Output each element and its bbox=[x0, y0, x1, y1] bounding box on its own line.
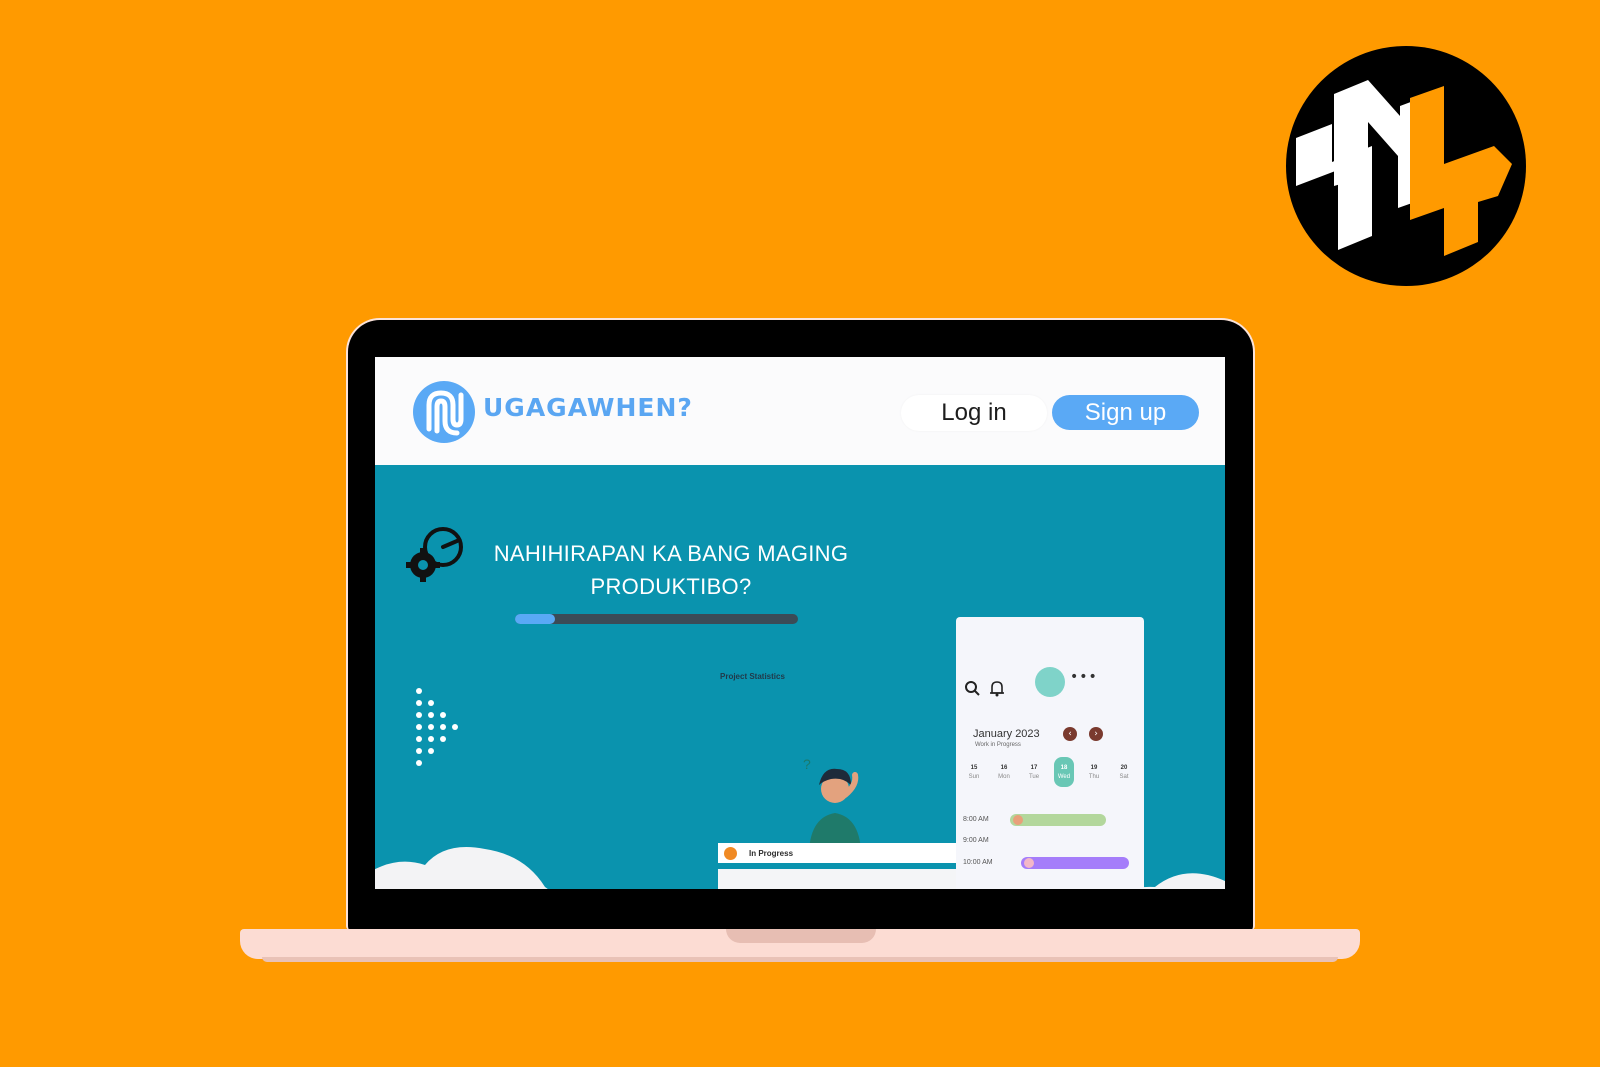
day-name: Sat bbox=[1119, 773, 1129, 780]
calendar-toolbar-icons bbox=[965, 681, 1004, 697]
day-name: Thu bbox=[1088, 773, 1100, 780]
day-name: Wed bbox=[1057, 773, 1071, 780]
project-stats-label: Project Statistics bbox=[720, 672, 785, 681]
chevron-right-icon[interactable]: › bbox=[1089, 727, 1103, 741]
progress-card[interactable]: In Progress bbox=[718, 843, 958, 889]
cloud-decoration bbox=[375, 847, 548, 889]
day-name: Mon bbox=[998, 773, 1010, 780]
confused-person-illustration: ? bbox=[803, 756, 861, 851]
site-header: UGAGAWHEN? Log in Sign up bbox=[375, 357, 1225, 465]
calendar-day[interactable]: 20 Sat bbox=[1114, 757, 1134, 787]
calendar-month: January 2023 bbox=[973, 728, 1040, 740]
laptop-notch bbox=[726, 929, 876, 943]
calendar-day[interactable]: 19 Thu bbox=[1084, 757, 1104, 787]
time-slot-label: 8:00 AM bbox=[963, 816, 989, 823]
chevron-left-icon[interactable]: ‹ bbox=[1063, 727, 1077, 741]
bell-icon[interactable] bbox=[990, 681, 1004, 697]
signup-button[interactable]: Sign up bbox=[1052, 395, 1199, 430]
hero-section: NAHIHIRAPAN KA BANG MAGING PRODUKTIBO? P… bbox=[375, 465, 1225, 889]
dots-arrow-icon bbox=[416, 688, 458, 766]
day-number: 18 bbox=[1060, 764, 1068, 771]
day-name: Tue bbox=[1028, 773, 1040, 780]
calendar-event[interactable] bbox=[1021, 857, 1129, 869]
day-number: 19 bbox=[1090, 764, 1098, 771]
progress-card-row[interactable]: In Progress bbox=[718, 843, 958, 863]
calendar-event[interactable] bbox=[1010, 814, 1106, 826]
hero-progress-fill bbox=[515, 614, 555, 624]
calendar-day[interactable]: 16 Mon bbox=[994, 757, 1014, 787]
login-button[interactable]: Log in bbox=[901, 395, 1047, 431]
hero-title-line2: PRODUKTIBO? bbox=[590, 574, 752, 599]
laptop-screen: UGAGAWHEN? Log in Sign up NAHIHIRAPAN KA… bbox=[375, 357, 1225, 889]
hero-title-line1: NAHIHIRAPAN KA BANG MAGING bbox=[493, 541, 849, 566]
brand-logo bbox=[1286, 46, 1526, 286]
laptop-base-shadow bbox=[262, 957, 1338, 962]
calendar-day[interactable]: 15 Sun bbox=[964, 757, 984, 787]
progress-status-icon bbox=[724, 846, 737, 860]
time-slot-label: 10:00 AM bbox=[963, 859, 993, 866]
calendar-subtitle: Work in Progress bbox=[975, 742, 1021, 748]
day-name: Sun bbox=[968, 773, 980, 780]
site-name[interactable]: UGAGAWHEN? bbox=[483, 393, 693, 422]
avatar[interactable] bbox=[1035, 667, 1065, 697]
hero-progress-bar bbox=[515, 614, 798, 624]
day-number: 20 bbox=[1120, 764, 1128, 771]
day-number: 16 bbox=[1000, 764, 1008, 771]
logo-icon[interactable] bbox=[411, 379, 477, 445]
more-options-icon[interactable]: ••• bbox=[1070, 669, 1098, 685]
day-number: 17 bbox=[1030, 764, 1038, 771]
progress-card-row2 bbox=[718, 869, 958, 889]
calendar-days: 15 Sun 16 Mon 17 Tue 18 Wed 19 Thu 20 Sat bbox=[964, 757, 1134, 787]
calendar-day[interactable]: 17 Tue bbox=[1024, 757, 1044, 787]
time-slot-label: 9:00 AM bbox=[963, 837, 989, 844]
hero-title: NAHIHIRAPAN KA BANG MAGING PRODUKTIBO? bbox=[471, 537, 871, 603]
event-avatar bbox=[1013, 815, 1023, 825]
search-icon[interactable] bbox=[965, 681, 980, 696]
event-avatar bbox=[1024, 858, 1034, 868]
calendar-day-selected[interactable]: 18 Wed bbox=[1054, 757, 1074, 787]
day-number: 15 bbox=[970, 764, 978, 771]
calendar-panel: ••• January 2023 Work in Progress ‹ › 15… bbox=[956, 617, 1144, 889]
svg-text:?: ? bbox=[803, 756, 811, 772]
gear-clock-icon bbox=[406, 527, 463, 582]
progress-card-label: In Progress bbox=[749, 848, 794, 858]
